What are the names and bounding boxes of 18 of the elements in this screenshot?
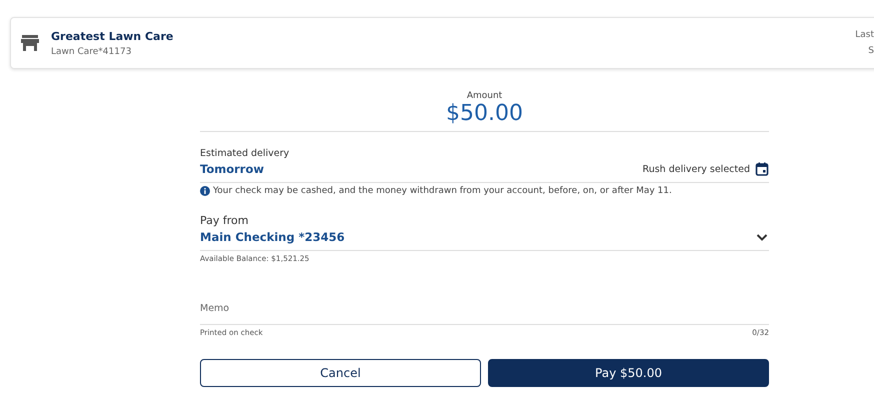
payee-card[interactable]: Greatest Lawn Care Lawn Care*41173 Last S [10, 17, 874, 69]
amount-value: $50.00 [446, 101, 523, 126]
card-text: Last [855, 30, 874, 40]
info-icon [200, 186, 210, 196]
pay-button[interactable]: Pay $50.00 [488, 359, 769, 387]
calendar-icon[interactable] [755, 162, 769, 176]
payee-name: Greatest Lawn Care [51, 30, 174, 42]
field-label: Estimated delivery [200, 148, 290, 159]
cancel-button[interactable]: Cancel [200, 359, 481, 387]
delivery-option: Rush delivery selected [642, 164, 750, 174]
delivery-value: Tomorrow [200, 162, 264, 176]
info-note: Your check may be cashed, and the money withdrawn from your account, before, on, or after May 11. [213, 186, 672, 196]
field-label: Pay from [200, 214, 250, 227]
amount-label: Amount [466, 91, 502, 101]
store-icon [21, 34, 39, 52]
account-dropdown[interactable]: Main Checking *23456 [200, 227, 769, 251]
card-text: S [868, 46, 874, 56]
payee-account: Lawn Care*41173 [51, 46, 132, 56]
